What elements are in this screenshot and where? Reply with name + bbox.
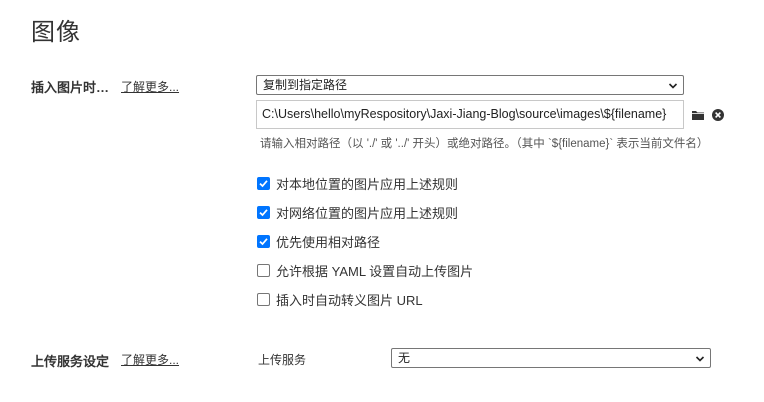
option-label: 对网络位置的图片应用上述规则: [276, 205, 459, 221]
option-row[interactable]: 插入时自动转义图片 URL: [257, 291, 423, 308]
clear-circle-icon[interactable]: [711, 108, 725, 122]
checkmark-icon: [259, 237, 268, 245]
image-settings-page: 图像 插入图片时… 了解更多... 复制到指定路径 C:\Users\hello…: [0, 0, 764, 402]
option-label: 优先使用相对路径: [276, 234, 381, 250]
chevron-down-icon: [668, 83, 678, 89]
chevron-down-icon: [695, 356, 705, 362]
folder-icon[interactable]: [691, 108, 705, 122]
option-label: 对本地位置的图片应用上述规则: [276, 176, 459, 192]
upload-settings-label: 上传服务设定: [31, 354, 110, 369]
checkbox-unchecked[interactable]: [257, 263, 270, 277]
option-label: 插入时自动转义图片 URL: [276, 292, 423, 308]
section-title: 图像: [31, 19, 81, 46]
option-row[interactable]: 对网络位置的图片应用上述规则: [257, 204, 459, 221]
option-row[interactable]: 对本地位置的图片应用上述规则: [257, 175, 459, 192]
upload-service-select[interactable]: 无: [391, 348, 711, 368]
insert-image-action-value: 复制到指定路径: [263, 78, 348, 92]
checkbox-checked[interactable]: [257, 234, 270, 248]
image-path-input[interactable]: C:\Users\hello\myRespository\Jaxi-Jiang-…: [256, 100, 684, 129]
checkbox-checked[interactable]: [257, 176, 270, 190]
option-row[interactable]: 允许根据 YAML 设置自动上传图片: [257, 262, 474, 279]
upload-service-label: 上传服务: [258, 353, 307, 367]
checkbox-checked[interactable]: [257, 205, 270, 219]
option-row[interactable]: 优先使用相对路径: [257, 233, 381, 250]
upload-learn-more-link[interactable]: 了解更多...: [121, 351, 179, 368]
checkmark-icon: [259, 179, 268, 187]
checkmark-icon: [259, 208, 268, 216]
checkbox-unchecked[interactable]: [257, 292, 270, 306]
option-label: 允许根据 YAML 设置自动上传图片: [276, 263, 474, 279]
path-hint-text: 请输入相对路径（以 './' 或 '../' 开头）或绝对路径。（其中 `${f…: [260, 138, 709, 150]
upload-service-value: 无: [398, 351, 411, 365]
insert-image-action-select[interactable]: 复制到指定路径: [256, 75, 684, 95]
insert-image-label: 插入图片时…: [31, 80, 110, 95]
insert-image-learn-more-link[interactable]: 了解更多...: [121, 78, 179, 95]
